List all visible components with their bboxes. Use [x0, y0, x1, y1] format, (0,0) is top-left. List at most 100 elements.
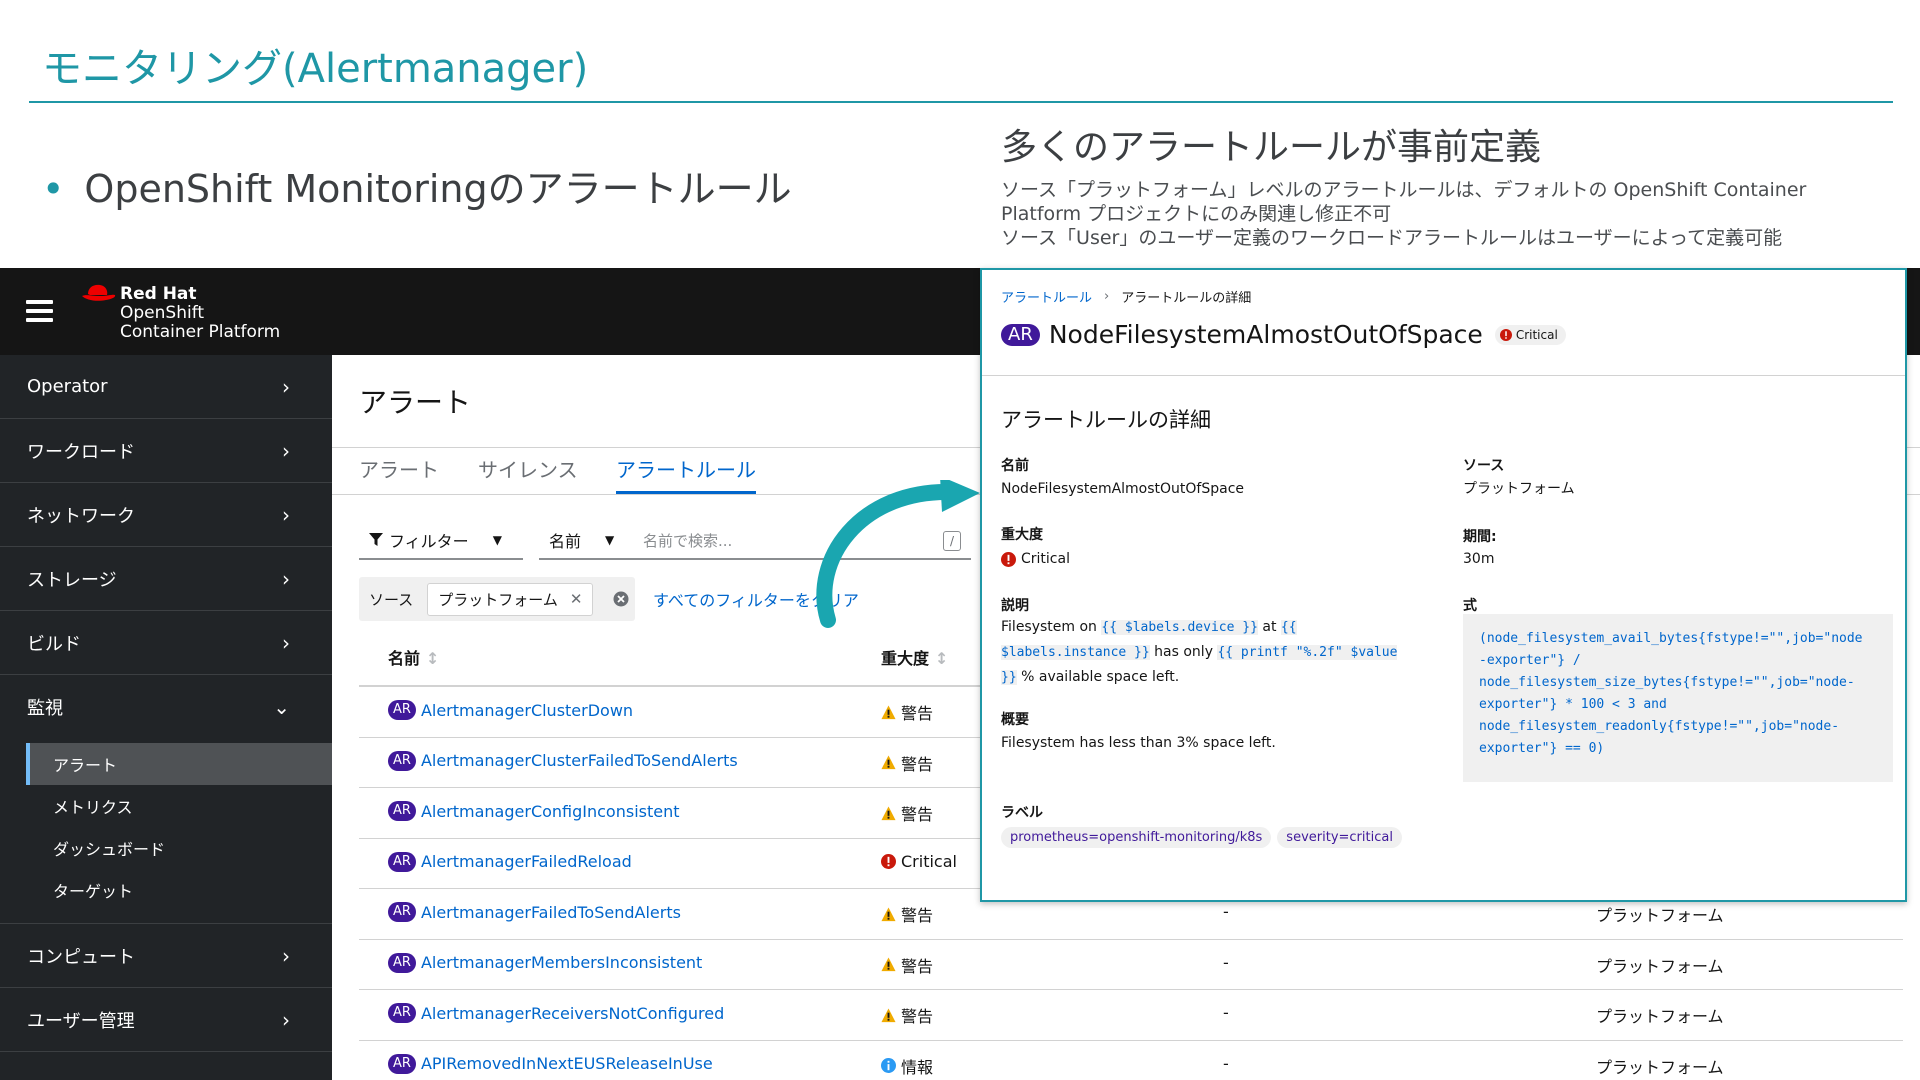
clear-chip-group-icon[interactable] [613, 591, 629, 607]
sidebar-item-workloads[interactable]: ワークロード › [0, 419, 332, 483]
sidebar-item-compute[interactable]: コンピュート › [0, 924, 332, 988]
description-code: {{ $labels.device }} [1101, 620, 1258, 635]
sidebar-item-storage[interactable]: ストレージ › [0, 547, 332, 611]
detail-header: アラートルール › アラートルールの詳細 AR NodeFilesystemAl… [982, 270, 1905, 376]
field-value-severity: Critical [1001, 547, 1070, 571]
rule-name-link[interactable]: AR AlertmanagerClusterFailedToSendAlerts [388, 750, 738, 771]
expression-line: (node_filesystem_avail_bytes{fstype!="",… [1479, 631, 1863, 646]
section-title: アラートルールの詳細 [1001, 408, 1211, 432]
breadcrumb-link-alerting-rules[interactable]: アラートルール [1001, 287, 1092, 306]
sort-icon: ↕ [935, 649, 949, 668]
rule-name-link[interactable]: AR AlertmanagerConfigInconsistent [388, 801, 680, 821]
warning-icon [881, 704, 896, 719]
filter-label: フィルター [389, 532, 469, 551]
severity-cell: 警告 [881, 953, 933, 977]
bullet-dot: • [42, 167, 65, 211]
state-cell: - [1223, 902, 1229, 921]
description-text: at [1262, 619, 1277, 635]
expression-line: node_filesystem_size_bytes{fstype!="",jo… [1479, 675, 1855, 690]
description-code: $labels.instance }} [1001, 645, 1150, 660]
ar-badge: AR [1001, 323, 1040, 346]
sidebar-item-operator[interactable]: Operator › [0, 355, 332, 419]
label-chip[interactable]: prometheus=openshift-monitoring/k8s [1001, 827, 1272, 848]
critical-icon [1001, 551, 1016, 567]
severity-cell: 警告 [881, 902, 933, 926]
detail-title: AR NodeFilesystemAlmostOutOfSpace Critic… [1001, 320, 1566, 349]
chip-group-category: ソース [369, 590, 414, 609]
redhat-logo-icon [82, 284, 116, 301]
column-header-label: 重大度 [881, 649, 930, 668]
hamburger-menu-icon[interactable] [26, 300, 53, 322]
bullet-text: OpenShift Monitoringのアラートルール [84, 167, 792, 211]
expression-line: node_filesystem_readonly{fstype!="",job=… [1479, 719, 1840, 734]
tab-silences[interactable]: サイレンス [478, 454, 578, 491]
field-value-description: Filesystem on {{ $labels.device }} at {{… [1001, 615, 1431, 690]
chevron-right-icon: › [282, 631, 290, 655]
labels-group: prometheus=openshift-monitoring/k8s seve… [1001, 827, 1408, 848]
expression-line: exporter"} == 0) [1479, 741, 1605, 756]
column-header-severity[interactable]: 重大度 ↕ [881, 645, 948, 669]
column-header-name[interactable]: 名前 ↕ [388, 645, 439, 669]
curved-arrow-icon [816, 480, 980, 628]
alert-rule-detail-panel: アラートルール › アラートルールの詳細 AR NodeFilesystemAl… [980, 268, 1907, 902]
tab-alerting-rules[interactable]: アラートルール [616, 454, 756, 494]
sidebar-item-monitoring[interactable]: 監視 ⌄ [0, 675, 332, 739]
column-header-label: 名前 [388, 649, 421, 668]
expression-line: -exporter"} / [1479, 653, 1581, 668]
field-value-name: NodeFilesystemAlmostOutOfSpace [1001, 481, 1245, 497]
field-label-description: 説明 [1001, 598, 1029, 614]
rule-name-link[interactable]: AR AlertmanagerMembersInconsistent [388, 952, 702, 973]
state-cell: - [1223, 1053, 1229, 1073]
label-chip[interactable]: severity=critical [1277, 827, 1402, 848]
page-title: アラート [359, 386, 472, 419]
field-label-summary: 概要 [1001, 712, 1029, 728]
severity-cell: 警告 [881, 700, 933, 724]
field-label-severity: 重大度 [1001, 527, 1043, 543]
state-cell: - [1223, 952, 1229, 972]
field-label-source: ソース [1463, 458, 1505, 474]
field-value-period: 30m [1463, 551, 1495, 567]
filter-dropdown[interactable]: フィルター ▼ [359, 522, 523, 560]
subnav-item-targets[interactable]: ターゲット [26, 869, 332, 911]
table-row: AR AlertmanagerReceiversNotConfigured 警告 - プ… [359, 990, 1903, 1041]
logo-brand: Red Hat [120, 284, 197, 304]
chevron-right-icon: › [282, 944, 290, 968]
warning-icon [881, 957, 896, 972]
warning-icon [881, 906, 896, 921]
rule-name-text: AlertmanagerReceiversNotConfigured [420, 1003, 725, 1023]
field-label-expression: 式 [1463, 598, 1477, 614]
rule-name-link[interactable]: AR APIRemovedInNextEUSReleaseInUse [388, 1053, 713, 1074]
description-code: {{ printf "%.2f" $value [1217, 645, 1398, 660]
severity-text: Critical [901, 851, 957, 871]
critical-icon [1499, 328, 1512, 341]
severity-text: 警告 [901, 805, 934, 824]
info-icon [881, 1058, 896, 1073]
name-attribute-select[interactable]: 名前 ▼ [539, 522, 631, 560]
rule-name-link[interactable]: AR AlertmanagerFailedReload [388, 851, 632, 872]
callout-text: ソース「プラットフォーム」レベルのアラートルールは、デフォルトの OpenShi… [1001, 178, 1881, 250]
ar-badge: AR [388, 952, 416, 973]
sidebar-item-builds[interactable]: ビルド › [0, 611, 332, 675]
sidebar-item-user-management[interactable]: ユーザー管理 › [0, 988, 332, 1052]
rule-name-link[interactable]: AR AlertmanagerReceiversNotConfigured [388, 1003, 724, 1023]
severity-text: 警告 [901, 1007, 934, 1026]
product-logo-text: Red Hat OpenShift Container Platform [120, 285, 280, 342]
chip-close-icon[interactable]: ✕ [570, 590, 583, 608]
rule-name-text: AlertmanagerClusterDown [420, 700, 634, 720]
tab-alerts[interactable]: アラート [359, 454, 439, 491]
chevron-right-icon: › [282, 375, 290, 399]
expression-line: exporter"} * 100 < 3 and [1479, 697, 1667, 712]
field-label-period: 期間: [1463, 529, 1497, 545]
rule-name-link[interactable]: AR AlertmanagerFailedToSendAlerts [388, 902, 681, 922]
subnav-item-alerts[interactable]: アラート [26, 743, 332, 785]
sidebar-item-network[interactable]: ネットワーク › [0, 483, 332, 547]
rule-name-text: AlertmanagerFailedReload [420, 852, 632, 871]
source-cell: プラットフォーム [1596, 906, 1724, 925]
subnav-item-dashboards[interactable]: ダッシュボード [26, 827, 332, 869]
subnav-item-metrics[interactable]: メトリクス [26, 785, 332, 827]
rule-name-link[interactable]: AR AlertmanagerClusterDown [388, 700, 633, 720]
caret-down-icon: ▼ [492, 533, 502, 547]
ar-badge: AR [388, 801, 416, 821]
sidebar-item-label: ビルド [27, 633, 81, 655]
sidebar-item-label: Operator [27, 376, 108, 397]
